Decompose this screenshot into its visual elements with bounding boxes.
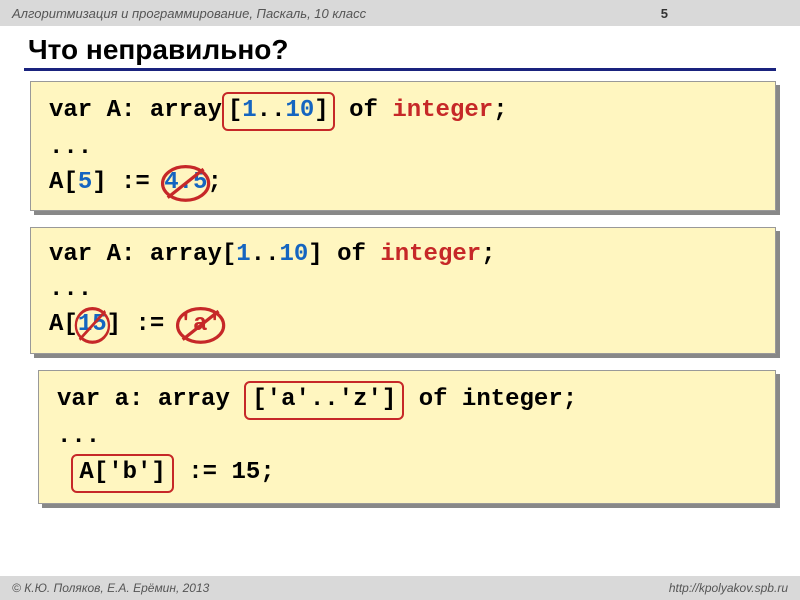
assign-target-open: A[ [49,311,78,338]
slide-footer: © К.Ю. Поляков, Е.А. Ерёмин, 2013 http:/… [0,576,800,600]
ellipsis: ... [49,131,761,166]
wrong-value-crossed: 4.5 [164,166,207,201]
type-integer: integer [380,241,481,268]
semicolon: ; [207,169,221,196]
varname: a [115,386,129,413]
assign-op: := [121,169,150,196]
varname: A [107,97,121,124]
range-dots: .. [251,241,280,268]
semicolon: ; [260,459,274,486]
wrong-value-crossed: 'a' [179,308,222,343]
wrong-index-crossed: 15 [78,308,107,343]
code-block-1: var A: array[1..10] of integer; ... A[5]… [30,81,776,211]
slide-header: Алгоритмизация и программирование, Паска… [0,0,800,26]
keyword-var: var [49,241,92,268]
authors: К.Ю. Поляков, Е.А. Ерёмин, 2013 [24,581,209,595]
varname: A [107,241,121,268]
slide-number: 5 [661,6,668,21]
keyword-array: array [158,386,230,413]
code-block-2: var A: array[1..10] of integer; ... A[ 1… [30,227,776,353]
course-title: Алгоритмизация и программирование, Паска… [12,6,366,21]
type-integer: integer [462,386,563,413]
title-underline [24,68,776,71]
range-low: 1 [242,97,256,124]
keyword-array: array [150,97,222,124]
range-high: 10 [285,97,314,124]
keyword-var: var [57,386,100,413]
char-range-box: ['a'..'z'] [244,381,404,420]
type-integer: integer [392,97,493,124]
assign-target-open: A[ [49,169,78,196]
range-dots: .. [257,97,286,124]
keyword-of: of [349,97,378,124]
ellipsis: ... [57,420,761,455]
lhs-box: A['b'] [71,454,173,493]
assign-index: 5 [78,169,92,196]
range-low: 1 [236,241,250,268]
keyword-var: var [49,97,92,124]
wrong-value: 'a' [179,311,222,338]
slide-title: Что неправильно? [28,34,776,66]
assign-target-close: ] [107,311,121,338]
keyword-array: array [150,241,222,268]
keyword-of: of [337,241,366,268]
range-high: 10 [279,241,308,268]
range-highlight-box: [1..10] [222,92,335,131]
rhs-value: 15 [231,459,260,486]
footer-url: http://kpolyakov.spb.ru [669,581,788,595]
assign-target-close: ] [92,169,106,196]
wrong-index: 15 [78,311,107,338]
wrong-value: 4.5 [164,169,207,196]
keyword-of: of [419,386,448,413]
assign-op: := [135,311,164,338]
assign-op: := [188,459,217,486]
code-block-3: var a: array ['a'..'z'] of integer; ... … [38,370,776,504]
ellipsis: ... [49,273,761,308]
